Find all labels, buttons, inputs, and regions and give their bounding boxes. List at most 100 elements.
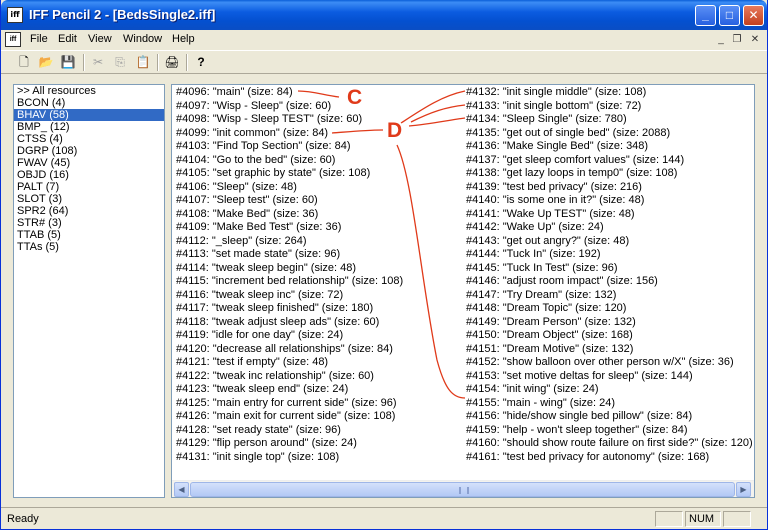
- list-item[interactable]: #4152: "show balloon over other person w…: [466, 356, 754, 370]
- open-folder-icon[interactable]: 📂: [37, 54, 55, 71]
- list-item[interactable]: #4143: "get out angry?" (size: 48): [466, 235, 754, 249]
- list-item[interactable]: #4120: "decrease all relationships" (siz…: [176, 343, 466, 357]
- document-icon[interactable]: iff: [5, 32, 21, 47]
- list-item[interactable]: #4153: "set motive deltas for sleep" (si…: [466, 370, 754, 384]
- list-item[interactable]: #4107: "Sleep test" (size: 60): [176, 194, 466, 208]
- list-item[interactable]: #4103: "Find Top Section" (size: 84): [176, 140, 466, 154]
- list-item[interactable]: #4133: "init single bottom" (size: 72): [466, 100, 754, 114]
- scroll-thumb[interactable]: [190, 482, 735, 497]
- list-item[interactable]: #4156: "hide/show single bed pillow" (si…: [466, 410, 754, 424]
- menu-view[interactable]: View: [88, 33, 112, 45]
- list-item[interactable]: #4115: "increment bed relationship" (siz…: [176, 275, 466, 289]
- list-item[interactable]: #4112: "_sleep" (size: 264): [176, 235, 466, 249]
- resource-type-item[interactable]: CTSS (4): [14, 133, 164, 145]
- list-item[interactable]: #4105: "set graphic by state" (size: 108…: [176, 167, 466, 181]
- resource-type-item-selected[interactable]: BHAV (58): [14, 109, 164, 121]
- list-item[interactable]: #4118: "tweak adjust sleep ads" (size: 6…: [176, 316, 466, 330]
- resource-type-item[interactable]: SLOT (3): [14, 193, 164, 205]
- list-item[interactable]: #4106: "Sleep" (size: 48): [176, 181, 466, 195]
- mdi-close-button[interactable]: ✕: [747, 33, 763, 47]
- new-file-icon[interactable]: 🗋: [15, 54, 33, 71]
- list-item[interactable]: #4121: "test if empty" (size: 48): [176, 356, 466, 370]
- list-item[interactable]: #4097: "Wisp - Sleep" (size: 60): [176, 100, 466, 114]
- list-item[interactable]: #4134: "Sleep Single" (size: 780): [466, 113, 754, 127]
- app-icon[interactable]: iff: [7, 7, 23, 23]
- list-item[interactable]: #4151: "Dream Motive" (size: 132): [466, 343, 754, 357]
- list-item[interactable]: #4145: "Tuck In Test" (size: 96): [466, 262, 754, 276]
- list-item[interactable]: #4142: "Wake Up" (size: 24): [466, 221, 754, 235]
- toolbar-separator: [83, 54, 85, 71]
- list-item[interactable]: #4126: "main exit for current side" (siz…: [176, 410, 466, 424]
- list-item[interactable]: #4149: "Dream Person" (size: 132): [466, 316, 754, 330]
- list-item[interactable]: #4159: "help - won't sleep together" (si…: [466, 424, 754, 438]
- copy-icon[interactable]: ⎘: [111, 54, 129, 71]
- list-item[interactable]: #4136: "Make Single Bed" (size: 348): [466, 140, 754, 154]
- resource-type-item[interactable]: DGRP (108): [14, 145, 164, 157]
- list-item[interactable]: #4098: "Wisp - Sleep TEST" (size: 60): [176, 113, 466, 127]
- list-item[interactable]: #4148: "Dream Topic" (size: 120): [466, 302, 754, 316]
- list-item[interactable]: #4161: "test bed privacy for autonomy" (…: [466, 451, 754, 465]
- print-icon[interactable]: 🖨: [163, 54, 181, 71]
- horizontal-scrollbar[interactable]: ◀ ▶: [172, 480, 754, 497]
- list-item[interactable]: #4139: "test bed privacy" (size: 216): [466, 181, 754, 195]
- resource-type-item[interactable]: >> All resources: [14, 85, 164, 97]
- list-item[interactable]: #4160: "should show route failure on fir…: [466, 437, 754, 451]
- cut-icon[interactable]: ✂: [89, 54, 107, 71]
- list-item[interactable]: #4146: "adjust room impact" (size: 156): [466, 275, 754, 289]
- paste-icon[interactable]: 📋: [134, 54, 152, 71]
- list-item[interactable]: #4109: "Make Bed Test" (size: 36): [176, 221, 466, 235]
- list-item[interactable]: #4140: "is some one in it?" (size: 48): [466, 194, 754, 208]
- resource-type-item[interactable]: SPR2 (64): [14, 205, 164, 217]
- resource-type-item[interactable]: FWAV (45): [14, 157, 164, 169]
- list-item[interactable]: #4104: "Go to the bed" (size: 60): [176, 154, 466, 168]
- scroll-left-button[interactable]: ◀: [174, 482, 189, 497]
- list-item[interactable]: #4114: "tweak sleep begin" (size: 48): [176, 262, 466, 276]
- list-item[interactable]: #4117: "tweak sleep finished" (size: 180…: [176, 302, 466, 316]
- list-item[interactable]: #4135: "get out of single bed" (size: 20…: [466, 127, 754, 141]
- menu-help[interactable]: Help: [172, 33, 195, 45]
- help-icon[interactable]: ?: [192, 54, 210, 71]
- scroll-right-button[interactable]: ▶: [736, 482, 751, 497]
- menu-edit[interactable]: Edit: [58, 33, 77, 45]
- resource-type-item[interactable]: PALT (7): [14, 181, 164, 193]
- list-item[interactable]: #4141: "Wake Up TEST" (size: 48): [466, 208, 754, 222]
- list-item[interactable]: #4137: "get sleep comfort values" (size:…: [466, 154, 754, 168]
- list-item[interactable]: #4125: "main entry for current side" (si…: [176, 397, 466, 411]
- resource-type-list[interactable]: >> All resources BCON (4) BHAV (58) BMP_ (1…: [13, 84, 165, 498]
- resource-type-item[interactable]: BMP_ (12): [14, 121, 164, 133]
- list-item[interactable]: #4128: "set ready state" (size: 96): [176, 424, 466, 438]
- list-item[interactable]: #4150: "Dream Object" (size: 168): [466, 329, 754, 343]
- mdi-minimize-button[interactable]: _: [713, 33, 729, 47]
- title-bar[interactable]: iff IFF Pencil 2 - [BedsSingle2.iff] _ □…: [1, 0, 767, 30]
- resource-type-item[interactable]: STR# (3): [14, 217, 164, 229]
- menu-file[interactable]: File: [30, 33, 48, 45]
- list-item[interactable]: #4155: "main - wing" (size: 24): [466, 397, 754, 411]
- list-item[interactable]: #4099: "init common" (size: 84): [176, 127, 466, 141]
- menu-window[interactable]: Window: [123, 33, 162, 45]
- list-item[interactable]: #4129: "flip person around" (size: 24): [176, 437, 466, 451]
- resource-list[interactable]: #4096: "main" (size: 84) #4097: "Wisp - S…: [171, 84, 755, 498]
- resource-type-item[interactable]: TTAs (5): [14, 241, 164, 253]
- list-item[interactable]: #4096: "main" (size: 84): [176, 86, 466, 100]
- list-item[interactable]: #4123: "tweak sleep end" (size: 24): [176, 383, 466, 397]
- list-item[interactable]: #4138: "get lazy loops in temp0" (size: …: [466, 167, 754, 181]
- mdi-restore-button[interactable]: ❐: [729, 33, 745, 47]
- list-item[interactable]: #4116: "tweak sleep inc" (size: 72): [176, 289, 466, 303]
- minimize-button[interactable]: _: [695, 5, 716, 26]
- resource-type-item[interactable]: TTAB (5): [14, 229, 164, 241]
- close-button[interactable]: ✕: [743, 5, 764, 26]
- save-icon[interactable]: 💾: [59, 54, 77, 71]
- list-item[interactable]: #4147: "Try Dream" (size: 132): [466, 289, 754, 303]
- list-item[interactable]: #4131: "init single top" (size: 108): [176, 451, 466, 465]
- list-item[interactable]: #4144: "Tuck In" (size: 192): [466, 248, 754, 262]
- maximize-button[interactable]: □: [719, 5, 740, 26]
- list-item[interactable]: #4119: "idle for one day" (size: 24): [176, 329, 466, 343]
- list-item[interactable]: #4113: "set made state" (size: 96): [176, 248, 466, 262]
- list-item[interactable]: #4122: "tweak inc relationship" (size: 6…: [176, 370, 466, 384]
- resource-type-item[interactable]: BCON (4): [14, 97, 164, 109]
- list-item[interactable]: #4132: "init single middle" (size: 108): [466, 86, 754, 100]
- window-title: IFF Pencil 2 - [BedsSingle2.iff]: [29, 7, 216, 22]
- resource-type-item[interactable]: OBJD (16): [14, 169, 164, 181]
- list-item[interactable]: #4154: "init wing" (size: 24): [466, 383, 754, 397]
- list-item[interactable]: #4108: "Make Bed" (size: 36): [176, 208, 466, 222]
